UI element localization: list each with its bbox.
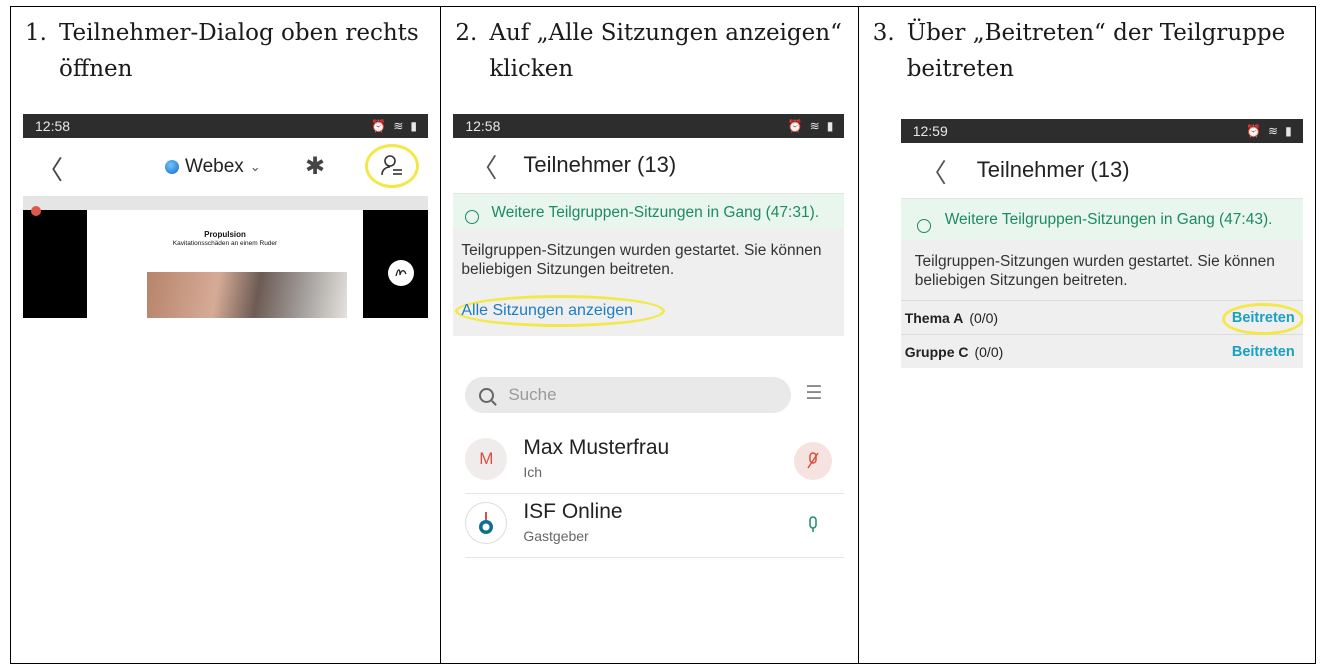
clock-icon	[916, 219, 931, 233]
status-bar: 12:58 ⏰ ≋ ▮	[453, 114, 845, 138]
wifi-icon: ≋	[1268, 124, 1280, 138]
participants-header: 〈 Teilnehmer (13)	[900, 143, 1303, 199]
annotate-icon	[395, 269, 407, 277]
annotate-button[interactable]	[388, 260, 414, 286]
breakout-info: Teilgruppen-Sitzungen wurden gestartet. …	[900, 240, 1303, 300]
recording-indicator	[31, 206, 41, 216]
session-name-group: Gruppe C (0/0)	[905, 344, 1004, 360]
participant-role: Gastgeber	[523, 528, 589, 544]
highlight-ellipse	[1221, 302, 1303, 335]
participant-name: Max Musterfrau	[523, 436, 670, 459]
step-number: 1.	[25, 20, 47, 46]
join-button[interactable]: Beitreten	[1221, 302, 1303, 335]
participant-row[interactable]: M Max Musterfrau Ich	[465, 432, 845, 494]
status-icons: ⏰ ≋ ▮	[1246, 124, 1293, 138]
breakout-info: Teilgruppen-Sitzungen wurden gestartet. …	[453, 229, 845, 336]
sort-icon[interactable]: ☰	[805, 382, 822, 405]
status-bar: 12:59 ⏰ ≋ ▮	[900, 119, 1303, 143]
status-icons: ⏰ ≋ ▮	[788, 119, 835, 133]
status-time: 12:58	[35, 118, 71, 134]
instruction-table: 1. Teilnehmer-Dialog oben rechts öffnen …	[10, 6, 1316, 664]
breakout-banner: Weitere Teilgruppen-Sitzungen in Gang (4…	[453, 194, 845, 229]
info-text: Teilgruppen-Sitzungen wurden gestartet. …	[914, 253, 1275, 289]
clock-icon	[465, 210, 480, 224]
step-1-cell: 1. Teilnehmer-Dialog oben rechts öffnen …	[11, 7, 442, 663]
separator-bar	[23, 196, 428, 210]
join-button[interactable]: Beitreten	[1228, 344, 1299, 360]
step-number: 3.	[872, 20, 895, 46]
participants-icon	[381, 155, 402, 176]
participant-name: ISF Online	[523, 500, 623, 523]
avatar	[465, 502, 508, 544]
session-name: Thema A	[904, 309, 964, 326]
shared-slide: Propulsion Kavitationsschäden an einem R…	[87, 210, 363, 318]
session-name: Gruppe C	[904, 343, 969, 360]
step-2-cell: 2. Auf „Alle Sitzungen anzeigen“ klicken…	[441, 7, 859, 663]
battery-icon: ▮	[1285, 124, 1293, 138]
link-text: Alle Sitzungen anzeigen	[461, 302, 634, 319]
slide-subtitle: Kavitationsschäden an einem Ruder	[172, 240, 278, 247]
status-bar: 12:58 ⏰ ≋ ▮	[23, 114, 428, 138]
back-icon[interactable]: 〈	[37, 150, 63, 187]
step-text: Auf „Alle Sitzungen anzeigen“ klicken	[489, 20, 842, 82]
session-name-group: Thema A (0/0)	[905, 310, 998, 326]
mic-muted-icon[interactable]	[794, 442, 833, 480]
search-icon	[479, 387, 495, 403]
step-3-cell: 3. Über „Beitreten“ der Teilgruppe beitr…	[859, 7, 1315, 663]
page-title: Teilnehmer (13)	[976, 157, 1130, 182]
participants-screenshot: 12:58 ⏰ ≋ ▮ 〈 Teilnehmer (13) Weitere Te…	[453, 114, 845, 562]
battery-icon: ▮	[826, 119, 835, 133]
back-icon[interactable]: 〈	[921, 153, 947, 190]
chevron-down-icon: ⌄	[249, 159, 261, 174]
step-1-caption: 1. Teilnehmer-Dialog oben rechts öffnen	[25, 15, 432, 87]
search-input[interactable]: Suche	[465, 377, 792, 413]
webex-shield-icon	[165, 160, 179, 174]
banner-text: Weitere Teilgruppen-Sitzungen in Gang (4…	[491, 204, 820, 221]
webex-menu[interactable]: Webex ⌄	[165, 156, 261, 178]
back-icon[interactable]: 〈	[471, 148, 497, 185]
app-name: Webex	[185, 156, 244, 177]
slide-title: Propulsion	[204, 230, 246, 239]
banner-text: Weitere Teilgruppen-Sitzungen in Gang (4…	[944, 211, 1273, 228]
alarm-icon: ⏰	[787, 119, 804, 133]
page-title: Teilnehmer (13)	[523, 152, 677, 177]
wifi-icon: ≋	[809, 119, 821, 133]
alarm-icon: ⏰	[1246, 124, 1263, 138]
battery-icon: ▮	[410, 119, 418, 133]
alarm-icon: ⏰	[371, 119, 388, 133]
avatar: M	[465, 438, 508, 480]
status-time: 12:58	[465, 118, 501, 134]
info-text: Teilgruppen-Sitzungen wurden gestartet. …	[461, 242, 822, 278]
breakout-sessions-screenshot: 12:59 ⏰ ≋ ▮ 〈 Teilnehmer (13) Weitere Te…	[900, 119, 1303, 425]
breakout-session-row: Thema A (0/0) Beitreten	[900, 300, 1303, 335]
session-count: (0/0)	[974, 343, 1004, 360]
slide-photo	[147, 272, 347, 318]
webex-meeting-screenshot: 12:58 ⏰ ≋ ▮ 〈 Webex ⌄ ✱ Propulsion Kavit…	[23, 114, 428, 318]
meeting-toolbar: 〈 Webex ⌄ ✱	[23, 138, 428, 196]
step-text: Über „Beitreten“ der Teilgruppe beitrete…	[906, 20, 1286, 82]
mic-glyph	[809, 516, 818, 532]
step-number: 2.	[455, 20, 478, 46]
participants-header: 〈 Teilnehmer (13)	[453, 138, 845, 194]
step-text: Teilnehmer-Dialog oben rechts öffnen	[59, 20, 419, 82]
participant-role: Ich	[523, 464, 543, 480]
participant-row[interactable]: ISF Online Gastgeber	[465, 496, 845, 558]
avatar-initial: M	[479, 449, 494, 468]
breakout-session-row: Gruppe C (0/0) Beitreten	[900, 334, 1303, 368]
mic-muted-glyph	[807, 452, 819, 469]
show-all-sessions-link[interactable]: Alle Sitzungen anzeigen	[455, 293, 836, 330]
step-3-caption: 3. Über „Beitreten“ der Teilgruppe beitr…	[873, 15, 1307, 87]
breakout-banner: Weitere Teilgruppen-Sitzungen in Gang (4…	[900, 199, 1303, 240]
bluetooth-icon[interactable]: ✱	[305, 152, 325, 181]
wifi-icon: ≋	[393, 119, 405, 133]
step-2-caption: 2. Auf „Alle Sitzungen anzeigen“ klicken	[455, 15, 849, 87]
participants-button[interactable]	[365, 144, 419, 188]
mic-icon[interactable]	[794, 506, 832, 544]
status-time: 12:59	[912, 123, 948, 139]
search-placeholder: Suche	[508, 385, 557, 404]
host-logo	[479, 512, 494, 534]
status-icons: ⏰ ≋ ▮	[371, 119, 418, 133]
join-label: Beitreten	[1231, 343, 1295, 360]
session-count: (0/0)	[969, 309, 999, 326]
